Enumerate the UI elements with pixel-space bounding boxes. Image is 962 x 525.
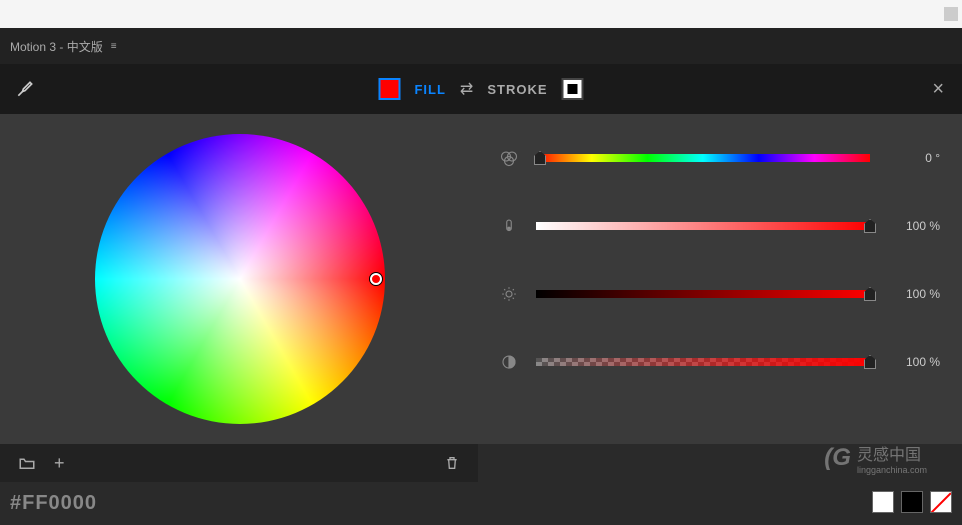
hex-input[interactable]: #FF0000	[10, 492, 97, 515]
swap-icon[interactable]: ⇄	[460, 79, 473, 99]
brightness-slider[interactable]	[536, 290, 870, 298]
add-icon[interactable]: +	[54, 453, 65, 474]
stroke-swatch[interactable]	[562, 78, 584, 100]
close-icon[interactable]: ×	[932, 78, 944, 101]
saturation-slider-row: 100 %	[500, 217, 940, 235]
alpha-slider-row: 100 %	[500, 353, 940, 371]
window-chrome	[0, 0, 962, 28]
sliders-area: 0 ° 100 % 100 % 100 %	[480, 114, 960, 444]
hue-icon	[500, 149, 518, 167]
menu-icon[interactable]: ≡	[111, 41, 117, 52]
stroke-tab[interactable]: STROKE	[487, 82, 547, 97]
preset-white[interactable]	[872, 491, 894, 513]
trash-icon[interactable]	[444, 455, 460, 471]
preset-none[interactable]	[930, 491, 952, 513]
saturation-value: 100 %	[898, 219, 940, 233]
window-control[interactable]	[944, 7, 958, 21]
fill-tab[interactable]: FILL	[414, 82, 445, 97]
saturation-handle[interactable]	[864, 219, 876, 233]
hue-handle[interactable]	[534, 151, 546, 165]
watermark: (G 灵感中国 lingganchina.com	[824, 441, 927, 475]
eyedropper-icon[interactable]	[15, 79, 35, 99]
alpha-slider[interactable]	[536, 358, 870, 366]
brightness-icon	[500, 285, 518, 303]
brightness-value: 100 %	[898, 287, 940, 301]
watermark-name: 灵感中国	[857, 447, 921, 464]
saturation-icon	[500, 217, 518, 235]
watermark-logo: (G	[824, 444, 851, 472]
app-title: Motion 3 - 中文版	[10, 38, 103, 55]
folder-icon[interactable]	[18, 454, 36, 472]
alpha-value: 100 %	[898, 355, 940, 369]
preset-black[interactable]	[901, 491, 923, 513]
brightness-handle[interactable]	[864, 287, 876, 301]
hue-slider[interactable]	[536, 154, 870, 162]
preset-swatches	[872, 491, 952, 513]
wheel-picker-handle[interactable]	[370, 273, 382, 285]
hue-value: 0 °	[898, 151, 940, 165]
alpha-handle[interactable]	[864, 355, 876, 369]
watermark-url: lingganchina.com	[857, 465, 927, 475]
color-wheel[interactable]	[95, 134, 385, 424]
preset-toolbar: +	[0, 444, 478, 482]
alpha-icon	[500, 353, 518, 371]
fill-swatch[interactable]	[378, 78, 400, 100]
saturation-slider[interactable]	[536, 222, 870, 230]
title-bar: Motion 3 - 中文版 ≡	[0, 28, 962, 64]
toolbar: FILL ⇄ STROKE ×	[0, 64, 962, 114]
hex-row: #FF0000	[0, 482, 962, 525]
hue-slider-row: 0 °	[500, 149, 940, 167]
color-wheel-area	[0, 114, 480, 444]
brightness-slider-row: 100 %	[500, 285, 940, 303]
main-panel: 0 ° 100 % 100 % 100 %	[0, 114, 962, 444]
